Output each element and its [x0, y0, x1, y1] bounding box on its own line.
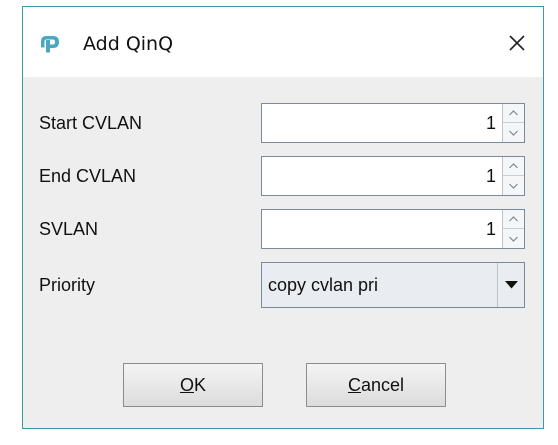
start-cvlan-row: Start CVLAN 1 — [23, 103, 543, 143]
close-icon — [509, 35, 525, 51]
caret-down-icon — [504, 281, 518, 289]
priority-selected-value: copy cvlan pri — [268, 275, 379, 295]
chevron-up-icon — [509, 216, 518, 222]
add-qinq-dialog: Add QinQ Start CVLAN 1 End CVLAN 1 SVLAN… — [22, 6, 544, 429]
priority-label: Priority — [39, 275, 96, 295]
start-cvlan-spinner: 1 — [261, 103, 525, 143]
chevron-down-icon — [509, 236, 518, 242]
ok-button-label: K — [194, 374, 207, 395]
priority-dropdown-button[interactable] — [497, 263, 524, 307]
start-cvlan-decrement-button[interactable] — [502, 123, 524, 142]
svlan-label: SVLAN — [39, 219, 99, 239]
chevron-up-icon — [509, 163, 518, 169]
title-bar: Add QinQ — [23, 7, 543, 77]
end-cvlan-decrement-button[interactable] — [502, 176, 524, 195]
dialog-title: Add QinQ — [83, 33, 174, 55]
ok-button-mnemonic: O — [179, 374, 194, 395]
cancel-button-label: ancel — [360, 374, 405, 395]
svlan-row: SVLAN 1 — [23, 209, 543, 249]
svlan-spinner: 1 — [261, 209, 525, 249]
end-cvlan-row: End CVLAN 1 — [23, 156, 543, 196]
close-button[interactable] — [499, 25, 535, 61]
svlan-increment-button[interactable] — [502, 210, 524, 229]
tp-link-logo-icon — [41, 36, 59, 53]
start-cvlan-input[interactable]: 1 — [262, 104, 500, 142]
ok-button[interactable]: OK — [123, 363, 263, 407]
start-cvlan-label: Start CVLAN — [39, 113, 143, 133]
end-cvlan-label: End CVLAN — [39, 166, 137, 186]
svlan-input[interactable]: 1 — [262, 210, 500, 248]
priority-select[interactable]: copy cvlan pri — [261, 262, 525, 308]
start-cvlan-increment-button[interactable] — [502, 104, 524, 123]
cancel-button-mnemonic: C — [347, 374, 361, 395]
end-cvlan-spinner: 1 — [261, 156, 525, 196]
svlan-decrement-button[interactable] — [502, 229, 524, 248]
chevron-up-icon — [509, 110, 518, 116]
cancel-button[interactable]: Cancel — [306, 363, 446, 407]
priority-row: Priority copy cvlan pri — [23, 262, 543, 308]
end-cvlan-increment-button[interactable] — [502, 157, 524, 176]
chevron-down-icon — [509, 183, 518, 189]
chevron-down-icon — [509, 130, 518, 136]
end-cvlan-input[interactable]: 1 — [262, 157, 500, 195]
